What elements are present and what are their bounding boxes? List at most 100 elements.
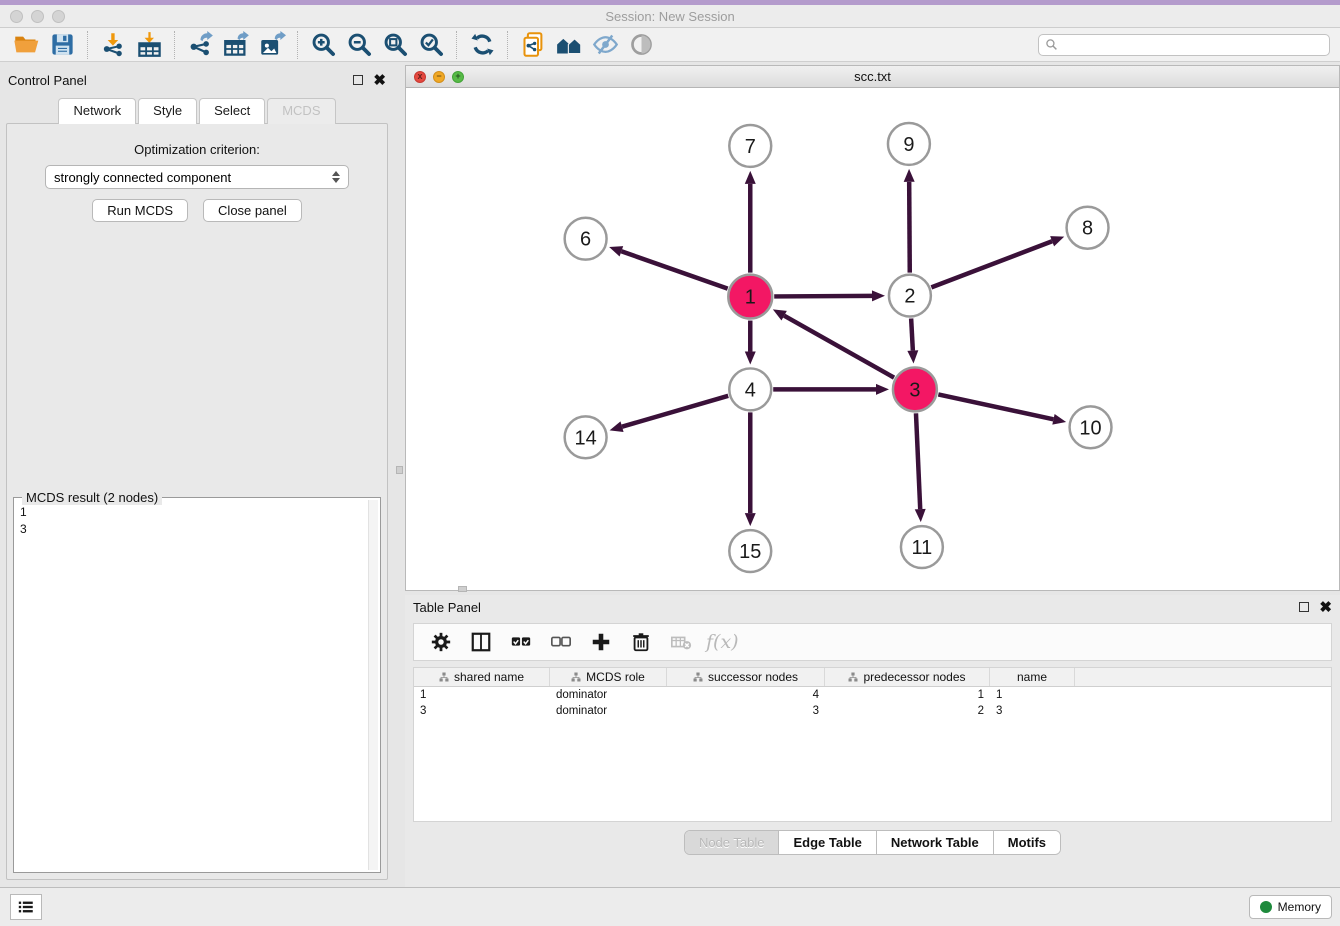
tab-mcds[interactable]: MCDS [267,98,335,124]
toolbar-separator [456,31,457,59]
node-label: 4 [745,379,756,401]
table-cell[interactable]: 1 [990,689,1075,701]
column-header[interactable]: shared name [414,668,550,686]
node-label: 8 [1082,218,1093,240]
memory-button[interactable]: Memory [1249,895,1332,919]
graph-edge-1-2[interactable] [774,296,872,297]
sort-tree-icon [848,672,858,682]
toolbar-separator [297,31,298,59]
delete-column-button[interactable] [626,627,656,657]
task-history-button[interactable] [10,894,42,920]
show-all-button[interactable] [623,30,659,60]
float-table-panel-icon[interactable] [1299,602,1309,612]
control-panel: Control Panel ✖ Network Style Select MCD… [0,68,394,884]
node-label: 14 [575,427,597,449]
control-panel-header: Control Panel ✖ [0,68,394,92]
graph-edge-3-10[interactable] [938,394,1053,419]
houses-icon [556,31,583,58]
network-graph[interactable]: 7968124314101511 [406,88,1339,590]
tab-motifs[interactable]: Motifs [994,831,1060,854]
export-image-button[interactable] [254,30,290,60]
zoom-out-button[interactable] [341,30,377,60]
export-table-icon [223,31,250,58]
table-cell[interactable]: dominator [550,689,667,701]
save-session-button[interactable] [44,30,80,60]
split-pane-button[interactable] [466,627,496,657]
result-scrollbar[interactable] [368,500,378,870]
vertical-splitter[interactable] [394,62,405,887]
column-header[interactable]: name [990,668,1075,686]
graph-edge-4-14[interactable] [622,396,728,427]
tab-style[interactable]: Style [138,98,197,124]
graph-edge-2-8[interactable] [931,241,1052,287]
delete-table-button[interactable] [666,627,696,657]
table-cell[interactable]: 4 [667,689,825,701]
graph-edge-2-9[interactable] [909,182,910,273]
node-table-body: 1dominator4113dominator323 [414,687,1331,719]
column-header[interactable]: successor nodes [667,668,825,686]
horizontal-splitter-grip[interactable] [458,586,467,592]
optimization-criterion-label: Optimization criterion: [7,142,387,157]
run-mcds-button[interactable]: Run MCDS [92,199,188,222]
splitter-grip[interactable] [396,466,403,474]
table-panel-header: Table Panel ✖ [405,595,1340,619]
export-network-button[interactable] [182,30,218,60]
zoom-selected-button[interactable] [413,30,449,60]
network-window-titlebar[interactable]: x − + scc.txt [406,66,1339,88]
optimization-criterion-select[interactable]: strongly connected component [45,165,349,189]
table-cell[interactable]: 3 [667,705,825,717]
mcds-result-legend: MCDS result (2 nodes) [22,490,162,505]
node-label: 11 [912,537,933,559]
table-panel-title: Table Panel [413,600,481,615]
table-cell[interactable]: 3 [414,705,550,717]
import-network-button[interactable] [95,30,131,60]
network-canvas[interactable]: 7968124314101511 [406,88,1339,590]
tab-select[interactable]: Select [199,98,265,124]
network-view-window: x − + scc.txt 7968124314101511 [405,65,1340,591]
mcds-result-box: MCDS result (2 nodes) 1 3 [13,497,381,873]
mcds-result-text[interactable]: 1 3 [20,504,366,870]
first-neighbors-button[interactable] [551,30,587,60]
save-floppy-icon [49,31,76,58]
column-header[interactable]: MCDS role [550,668,667,686]
graph-edge-2-3[interactable] [911,319,913,351]
new-network-from-selection-button[interactable] [515,30,551,60]
node-label: 2 [904,286,915,308]
zoom-fit-button[interactable] [377,30,413,60]
search-input[interactable] [1062,38,1323,52]
graph-edge-3-1[interactable] [784,316,894,378]
table-cell[interactable]: 1 [414,689,550,701]
toolbar-separator [507,31,508,59]
table-settings-button[interactable] [426,627,456,657]
export-table-button[interactable] [218,30,254,60]
hide-selected-button[interactable] [587,30,623,60]
graph-edge-3-11[interactable] [916,413,920,509]
close-panel-icon[interactable]: ✖ [373,73,386,88]
node-table[interactable]: shared nameMCDS rolesuccessor nodesprede… [413,667,1332,822]
import-table-button[interactable] [131,30,167,60]
search-field[interactable] [1038,34,1330,56]
graph-edge-1-6[interactable] [621,251,727,288]
table-row[interactable]: 3dominator323 [414,703,1331,719]
close-table-panel-icon[interactable]: ✖ [1319,600,1332,615]
close-panel-button[interactable]: Close panel [203,199,302,222]
tab-edge-table[interactable]: Edge Table [779,831,876,854]
table-cell[interactable]: 3 [990,705,1075,717]
tab-network-table[interactable]: Network Table [877,831,994,854]
function-builder-button[interactable]: f(x) [706,631,739,653]
select-all-columns-button[interactable] [506,627,536,657]
zoom-in-button[interactable] [305,30,341,60]
column-header[interactable]: predecessor nodes [825,668,990,686]
tab-node-table[interactable]: Node Table [685,831,780,854]
table-cell[interactable]: 1 [825,689,990,701]
add-column-button[interactable] [586,627,616,657]
deselect-all-columns-button[interactable] [546,627,576,657]
refresh-button[interactable] [464,30,500,60]
node-label: 9 [903,134,914,156]
tab-network[interactable]: Network [58,98,136,124]
table-cell[interactable]: 2 [825,705,990,717]
open-session-button[interactable] [8,30,44,60]
float-panel-icon[interactable] [353,75,363,85]
table-cell[interactable]: dominator [550,705,667,717]
table-row[interactable]: 1dominator411 [414,687,1331,703]
